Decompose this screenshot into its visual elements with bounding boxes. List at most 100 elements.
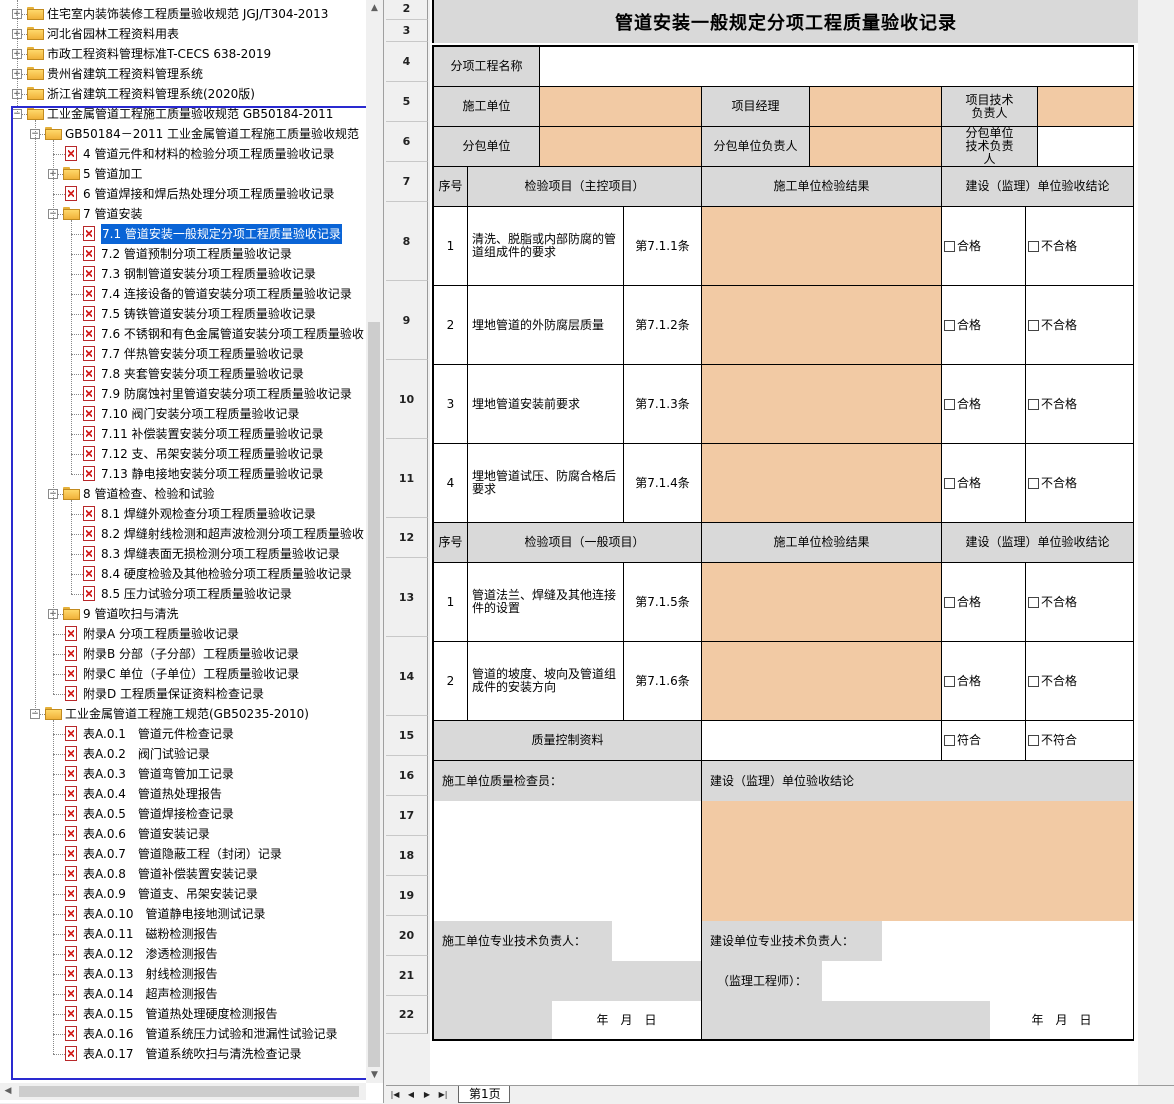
tree-node-label[interactable]: 附录D 工程质量保证资料检查记录 [83, 684, 264, 704]
qc-inspector-area[interactable] [434, 801, 702, 921]
tree-folder-node[interactable]: + 市政工程资料管理标准T-CECS 638-2019 [0, 44, 366, 64]
tree-node-label[interactable]: 附录C 单位（子单位）工程质量验收记录 [83, 664, 299, 684]
fail-checkbox[interactable] [1028, 675, 1039, 687]
tree-node-label[interactable]: 7.9 防腐蚀衬里管道安装分项工程质量验收记录 [101, 384, 352, 404]
fail-checkbox[interactable] [1028, 477, 1039, 489]
tree-document-node[interactable]: 表A.0.4 管道热处理报告 [0, 784, 366, 804]
row-header[interactable]: 13 [386, 558, 428, 637]
scroll-down-arrow-icon[interactable]: ▼ [366, 1067, 383, 1083]
tree-folder-node[interactable]: + 住宅室内装饰装修工程质量验收规范 JGJ/T304-2013 [0, 4, 366, 24]
tree-document-node[interactable]: 8.3 焊缝表面无损检测分项工程质量验收记录 [0, 544, 366, 564]
tree-node-label[interactable]: 8.5 压力试验分项工程质量验收记录 [101, 584, 292, 604]
tree-document-node[interactable]: 附录D 工程质量保证资料检查记录 [0, 684, 366, 704]
tree-document-node[interactable]: 表A.0.5 管道焊接检查记录 [0, 804, 366, 824]
tree-node-label[interactable]: 表A.0.10 管道静电接地测试记录 [83, 904, 266, 924]
tree-document-node[interactable]: 7.1 管道安装一般规定分项工程质量验收记录 [0, 223, 366, 245]
tree-node-label[interactable]: 8.4 硬度检验及其他检验分项工程质量验收记录 [101, 564, 352, 584]
nonconform-checkbox[interactable] [1028, 735, 1039, 746]
sub-tech-lead-input[interactable] [1038, 127, 1134, 167]
first-sheet-icon[interactable]: |◀ [388, 1088, 402, 1101]
row-header[interactable]: 16 [386, 756, 428, 796]
item-result-input[interactable] [702, 207, 942, 286]
owner-tech-input[interactable] [882, 921, 1134, 961]
tree-node-label[interactable]: 表A.0.8 管道补偿装置安装记录 [83, 864, 258, 884]
form-title[interactable]: 管道安装一般规定分项工程质量验收记录 [432, 0, 1138, 43]
row-header[interactable]: 7 [386, 162, 428, 202]
item-result-input[interactable] [702, 444, 942, 523]
scroll-left-arrow-icon[interactable]: ◀ [0, 1083, 16, 1100]
tree-document-node[interactable]: 7.12 支、吊架安装分项工程质量验收记录 [0, 444, 366, 464]
tree-document-node[interactable]: 附录B 分部（子分部）工程质量验收记录 [0, 644, 366, 664]
tree-node-label[interactable]: 7 管道安装 [83, 204, 142, 224]
tree-folder-node[interactable]: −8 管道检查、检验和试验 [0, 484, 366, 504]
construction-tech-input[interactable] [612, 921, 702, 961]
tree-folder-node[interactable]: − 工业金属管道工程施工规范(GB50235-2010) [0, 704, 366, 724]
tree-node-label[interactable]: 表A.0.13 射线检测报告 [83, 964, 218, 984]
tree-node-label[interactable]: 市政工程资料管理标准T-CECS 638-2019 [47, 44, 271, 64]
row-header[interactable]: 20 [386, 916, 428, 956]
row-header[interactable]: 8 [386, 202, 428, 281]
fail-checkbox[interactable] [1028, 319, 1039, 331]
tree-document-node[interactable]: 表A.0.2 阀门试验记录 [0, 744, 366, 764]
tree-node-label[interactable]: GB50184－2011 工业金属管道工程施工质量验收规范 [65, 124, 359, 144]
fail-checkbox[interactable] [1028, 240, 1039, 252]
tree-document-node[interactable]: 7.8 夹套管安装分项工程质量验收记录 [0, 364, 366, 384]
tree-node-label[interactable]: 表A.0.12 渗透检测报告 [83, 944, 218, 964]
subcontractor-input[interactable] [540, 127, 702, 167]
tree-folder-node[interactable]: − 工业金属管道工程施工质量验收规范 GB50184-2011 [0, 104, 366, 124]
scroll-up-arrow-icon[interactable]: ▲ [366, 0, 383, 16]
tree-folder-node[interactable]: −7 管道安装 [0, 204, 366, 224]
row-header[interactable]: 4 [386, 42, 428, 82]
tree-document-node[interactable]: 表A.0.14 超声检测报告 [0, 984, 366, 1004]
tree-document-node[interactable]: 表A.0.8 管道补偿装置安装记录 [0, 864, 366, 884]
item-result-input[interactable] [702, 286, 942, 365]
last-sheet-icon[interactable]: ▶| [436, 1088, 450, 1101]
tree-horizontal-scrollbar[interactable]: ◀ [0, 1083, 366, 1100]
supervisor-engineer-input[interactable] [822, 961, 1134, 1001]
row-header[interactable]: 2 [386, 0, 428, 20]
row-header[interactable]: 11 [386, 439, 428, 518]
next-sheet-icon[interactable]: ▶ [420, 1088, 434, 1101]
tree-node-label[interactable]: 表A.0.16 管道系统压力试验和泄漏性试验记录 [83, 1024, 338, 1044]
row-header[interactable]: 21 [386, 956, 428, 996]
row-header[interactable]: 18 [386, 836, 428, 876]
tree-document-node[interactable]: 表A.0.1 管道元件检查记录 [0, 724, 366, 744]
tree-node-label[interactable]: 7.3 钢制管道安装分项工程质量验收记录 [101, 264, 316, 284]
prev-sheet-icon[interactable]: ◀ [404, 1088, 418, 1101]
tree-node-label[interactable]: 7.12 支、吊架安装分项工程质量验收记录 [101, 444, 324, 464]
conform-checkbox[interactable] [944, 735, 955, 746]
tree-node-label[interactable]: 8.3 焊缝表面无损检测分项工程质量验收记录 [101, 544, 340, 564]
tree-document-node[interactable]: 6 管道焊接和焊后热处理分项工程质量验收记录 [0, 184, 366, 204]
tree-document-node[interactable]: 附录A 分项工程质量验收记录 [0, 624, 366, 644]
tree-document-node[interactable]: 表A.0.10 管道静电接地测试记录 [0, 904, 366, 924]
tree-folder-node[interactable]: − GB50184－2011 工业金属管道工程施工质量验收规范 [0, 124, 366, 144]
tree-node-label[interactable]: 7.5 铸铁管道安装分项工程质量验收记录 [101, 304, 316, 324]
project-name-input[interactable] [540, 47, 1134, 87]
tree-document-node[interactable]: 表A.0.3 管道弯管加工记录 [0, 764, 366, 784]
tree-node-label[interactable]: 表A.0.1 管道元件检查记录 [83, 724, 234, 744]
construction-unit-input[interactable] [540, 87, 702, 127]
tree-node-label[interactable]: 表A.0.9 管道支、吊架安装记录 [83, 884, 258, 904]
tree-node-label[interactable]: 附录B 分部（子分部）工程质量验收记录 [83, 644, 299, 664]
tree-document-node[interactable]: 7.4 连接设备的管道安装分项工程质量验收记录 [0, 284, 366, 304]
tree-node-label[interactable]: 表A.0.3 管道弯管加工记录 [83, 764, 234, 784]
tree-document-node[interactable]: 表A.0.16 管道系统压力试验和泄漏性试验记录 [0, 1024, 366, 1044]
tree-document-node[interactable]: 8.2 焊缝射线检测和超声波检测分项工程质量验收 [0, 524, 366, 544]
tree-document-node[interactable]: 8.1 焊缝外观检查分项工程质量验收记录 [0, 504, 366, 524]
tree-document-node[interactable]: 7.13 静电接地安装分项工程质量验收记录 [0, 464, 366, 484]
tree-node-label[interactable]: 5 管道加工 [83, 164, 142, 184]
tree-node-label[interactable]: 7.8 夹套管安装分项工程质量验收记录 [101, 364, 304, 384]
tree-document-node[interactable]: 7.7 伴热管安装分项工程质量验收记录 [0, 344, 366, 364]
construction-sign-area[interactable] [434, 961, 702, 1001]
tree-node-label[interactable]: 表A.0.6 管道安装记录 [83, 824, 210, 844]
supervisor-conclusion-area[interactable] [702, 801, 1134, 921]
row-header[interactable]: 15 [386, 716, 428, 756]
tree-document-node[interactable]: 7.9 防腐蚀衬里管道安装分项工程质量验收记录 [0, 384, 366, 404]
item-result-input[interactable] [702, 365, 942, 444]
tree-folder-node[interactable]: +5 管道加工 [0, 164, 366, 184]
pass-checkbox[interactable] [944, 596, 955, 608]
tree-node-label[interactable]: 7.10 阀门安装分项工程质量验收记录 [101, 404, 300, 424]
construction-date[interactable]: 年 月 日 [552, 1001, 702, 1039]
tree-document-node[interactable]: 表A.0.11 磁粉检测报告 [0, 924, 366, 944]
tree-folder-node[interactable]: + 浙江省建筑工程资料管理系统(2020版) [0, 84, 366, 104]
